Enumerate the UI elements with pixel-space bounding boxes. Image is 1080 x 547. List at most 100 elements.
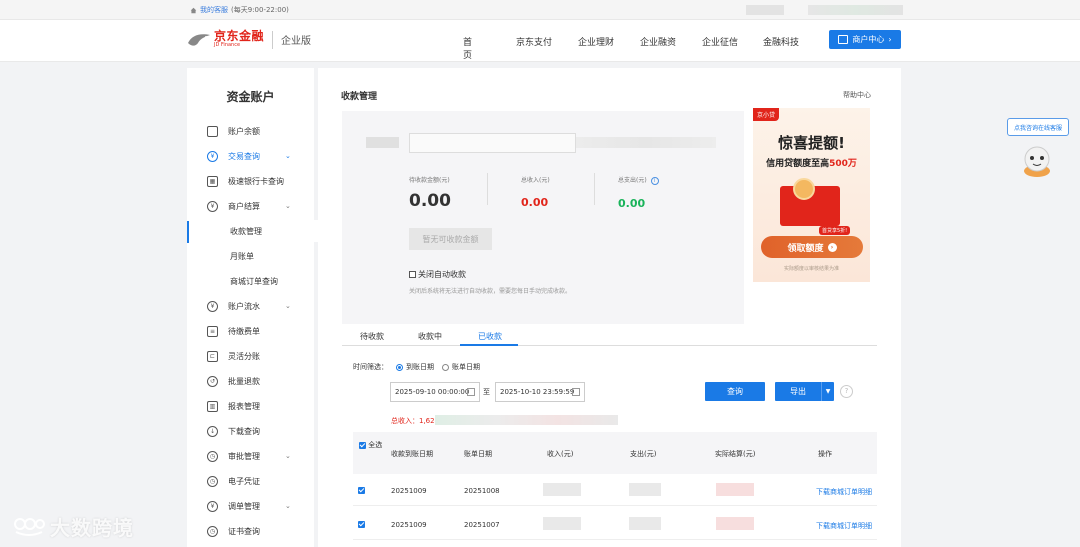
time-filter: 时间筛选： 到账日期 账单日期 bbox=[353, 362, 480, 372]
chevron-down-icon: ⌄ bbox=[285, 202, 291, 210]
query-button[interactable]: 查询 bbox=[705, 382, 765, 401]
sidebar-item-approval[interactable]: ◷ 审批管理 ⌄ bbox=[187, 446, 314, 466]
cell-arrival-date: 20251009 bbox=[391, 487, 427, 495]
sidebar-item-settlement[interactable]: ¥ 商户结算 ⌄ bbox=[187, 196, 314, 216]
caret-down-icon[interactable]: ▼ bbox=[821, 382, 834, 401]
divider bbox=[487, 173, 488, 205]
radio-bill-date[interactable] bbox=[442, 363, 449, 371]
sidebar-item-balance[interactable]: 账户余额 bbox=[187, 121, 314, 141]
tab-in-progress[interactable]: 收款中 bbox=[418, 331, 442, 342]
download-order-detail-link[interactable]: 下载商城订单明细 bbox=[816, 487, 872, 497]
online-service-bubble[interactable]: 点我咨询在线客服 bbox=[1007, 118, 1069, 136]
sidebar-item-batch-refund[interactable]: ↺ 批量退款 bbox=[187, 371, 314, 391]
main-panel: 收款管理 帮助中心 待收款金额(元) 0.00 总收入(元) 0.00 总支出(… bbox=[318, 68, 901, 547]
start-date-input[interactable]: 2025-09-10 00:00:00 bbox=[390, 382, 480, 402]
chevron-right-icon: › bbox=[888, 35, 892, 44]
cell-arrival-date: 20251009 bbox=[391, 521, 427, 529]
question-icon[interactable]: ? bbox=[840, 385, 853, 398]
sidebar-item-monthly-bill[interactable]: 月账单 bbox=[187, 246, 314, 266]
sidebar-item-order-adjust[interactable]: ¥ 调单管理 ⌄ bbox=[187, 496, 314, 516]
start-date-value: 2025-09-10 00:00:00 bbox=[395, 388, 470, 396]
blurred-expense bbox=[629, 517, 661, 530]
service-info: 我的客服 (每天9:00-22:00) bbox=[190, 5, 289, 15]
merchant-center-button[interactable]: 商户中心 › bbox=[829, 30, 901, 49]
tab-pending[interactable]: 待收款 bbox=[360, 331, 384, 342]
nav-fintech[interactable]: 金融科技 bbox=[763, 35, 799, 48]
refund-icon: ↺ bbox=[207, 375, 218, 387]
promo-sub-highlight: 500万 bbox=[829, 159, 857, 169]
total-income-value: 总收入：1,624 bbox=[391, 417, 440, 425]
sidebar-item-card-query[interactable]: ▦ 极速银行卡查询 bbox=[187, 171, 314, 191]
select-all-label: 全选 bbox=[368, 441, 383, 449]
kpi-label: 总支出(元) i bbox=[618, 175, 659, 185]
sidebar-item-certificate[interactable]: ◷ 证书查询 bbox=[187, 521, 314, 541]
sidebar-item-trade-query[interactable]: ¥ 交易查询 ⌄ bbox=[187, 146, 314, 166]
logo-divider bbox=[272, 30, 274, 49]
sidebar-item-download[interactable]: ↓ 下载查询 bbox=[187, 421, 314, 441]
jd-finance-logo[interactable]: 京东金融 JD Finance 企业版 bbox=[186, 30, 311, 49]
info-icon[interactable]: i bbox=[650, 176, 659, 185]
tab-collected[interactable]: 已收款 bbox=[478, 331, 502, 342]
sidebar-item-e-voucher[interactable]: ◷ 电子凭证 bbox=[187, 471, 314, 491]
nav-jd-pay[interactable]: 京东支付 bbox=[516, 35, 552, 48]
sidebar-item-pending-bill[interactable]: ≡ 待缴费单 bbox=[187, 321, 314, 341]
claim-quota-button[interactable]: 领取额度 › bbox=[761, 236, 863, 258]
help-center-link[interactable]: 帮助中心 bbox=[843, 90, 871, 100]
blurred-income bbox=[543, 517, 581, 530]
auto-collect-checkbox[interactable]: 关闭自动收款 bbox=[409, 269, 466, 280]
nav-home[interactable]: 首页 bbox=[463, 35, 472, 61]
chart-icon: ▥ bbox=[207, 400, 218, 412]
promo-badge: 首贷享5折! bbox=[819, 226, 851, 235]
sidebar-item-split[interactable]: ⊏ 灵活分账 bbox=[187, 346, 314, 366]
blurred-settlement bbox=[716, 517, 754, 530]
collect-button-disabled[interactable]: 暂无可收款金额 bbox=[409, 228, 492, 250]
sidebar-item-label: 调单管理 bbox=[228, 501, 260, 511]
active-indicator bbox=[187, 221, 189, 243]
sidebar-item-label: 批量退款 bbox=[228, 376, 260, 386]
edition-label: 企业版 bbox=[281, 36, 312, 47]
select-all[interactable]: 全选 bbox=[359, 440, 382, 451]
nav-credit[interactable]: 企业征信 bbox=[702, 35, 738, 48]
split-icon: ⊏ bbox=[207, 350, 218, 362]
chevron-down-icon: ⌄ bbox=[285, 502, 291, 510]
checkbox-checked-icon bbox=[359, 441, 366, 449]
download-order-detail-link[interactable]: 下载商城订单明细 bbox=[816, 521, 872, 531]
sidebar-item-label: 证书查询 bbox=[228, 526, 260, 536]
sidebar-item-label: 极速银行卡查询 bbox=[228, 176, 284, 186]
customer-service-mascot-icon[interactable] bbox=[1018, 141, 1056, 179]
sidebar-item-label: 账户流水 bbox=[228, 301, 260, 311]
radio-arrival-date[interactable] bbox=[396, 363, 403, 371]
promo-banner[interactable]: 京小贷 惊喜提额! 信用贷额度至高500万 首贷享5折! 领取额度 › 实际额度… bbox=[753, 108, 870, 282]
kpi-value: 0.00 bbox=[521, 196, 549, 209]
home-icon bbox=[190, 7, 197, 13]
chevron-down-icon: ⌄ bbox=[285, 302, 291, 310]
sidebar-item-account-flow[interactable]: ¥ 账户流水 ⌄ bbox=[187, 296, 314, 316]
service-link[interactable]: 我的客服 bbox=[200, 5, 228, 15]
blurred-account-label bbox=[366, 137, 399, 148]
auto-collect-note: 关闭后系统将无法进行自动收款，需要您每日手动完成收款。 bbox=[409, 288, 572, 295]
account-select[interactable] bbox=[409, 133, 576, 153]
table-header: 全选 收款到账日期 账单日期 收入(元) 支出(元) 实际结算(元) 操作 bbox=[353, 432, 877, 474]
row-checkbox[interactable] bbox=[358, 521, 365, 528]
sidebar-item-label: 审批管理 bbox=[228, 451, 260, 461]
nav-wealth[interactable]: 企业理财 bbox=[578, 35, 614, 48]
end-date-input[interactable]: 2025-10-10 23:59:59 bbox=[495, 382, 585, 402]
sidebar-item-collection[interactable]: 收款管理 bbox=[187, 221, 314, 243]
sidebar-item-label: 电子凭证 bbox=[228, 476, 260, 486]
sidebar-item-report[interactable]: ▥ 报表管理 bbox=[187, 396, 314, 416]
yuan-icon: ¥ bbox=[207, 200, 218, 212]
calendar-icon bbox=[467, 388, 475, 396]
export-button[interactable]: 导出 ▼ bbox=[775, 382, 834, 401]
wallet-icon bbox=[207, 125, 218, 137]
blurred-user-info bbox=[746, 5, 784, 15]
header: 京东金融 JD Finance 企业版 首页 京东支付 企业理财 企业融资 企业… bbox=[0, 20, 1080, 62]
nav-financing[interactable]: 企业融资 bbox=[640, 35, 676, 48]
clock-icon: ◷ bbox=[207, 525, 218, 537]
kpi-label: 待收款金额(元) bbox=[409, 177, 450, 184]
sidebar-item-mall-order[interactable]: 商城订单查询 bbox=[187, 271, 314, 291]
radio-label: 到账日期 bbox=[406, 363, 434, 371]
active-tab-underline bbox=[460, 344, 518, 346]
blurred-account-detail bbox=[576, 137, 716, 148]
page-title: 收款管理 bbox=[341, 92, 378, 102]
row-checkbox[interactable] bbox=[358, 487, 365, 494]
